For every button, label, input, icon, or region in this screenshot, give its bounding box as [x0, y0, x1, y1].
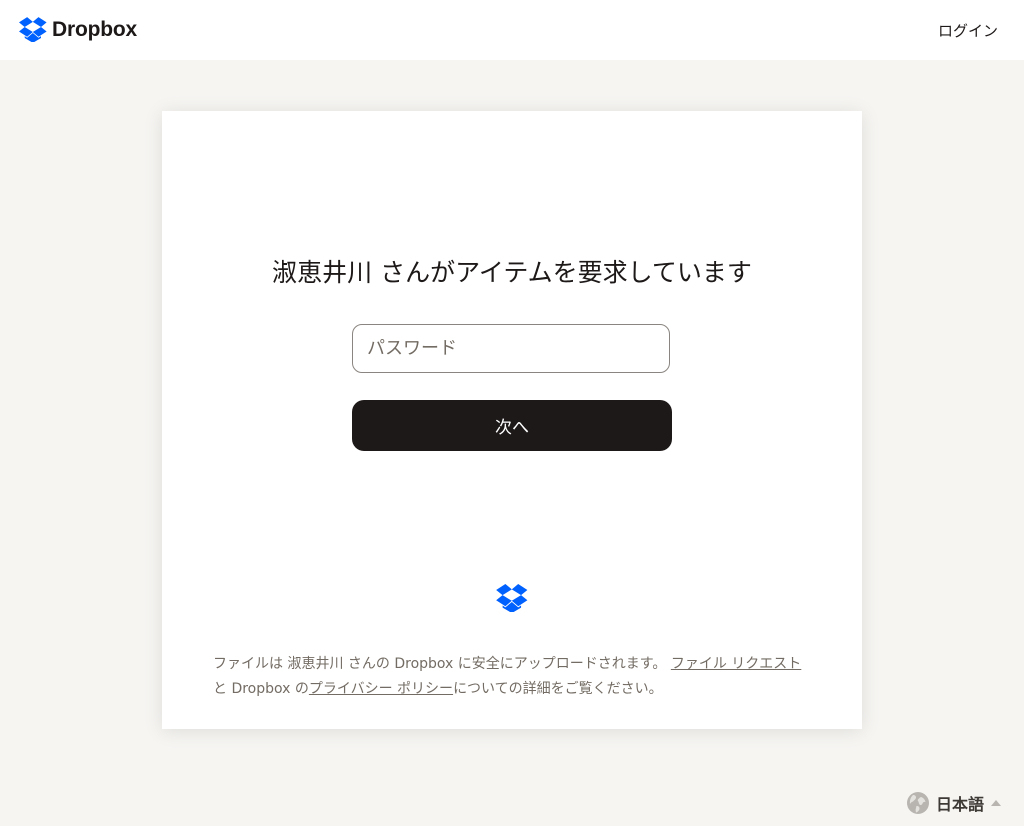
dropbox-logo[interactable]: Dropbox: [19, 17, 137, 42]
dropbox-logo-icon: [19, 17, 47, 42]
caret-up-icon: [990, 799, 1002, 807]
footer-text-before: ファイルは 淑恵井川 さんの Dropbox に安全にアップロードされます。: [213, 656, 667, 672]
next-button[interactable]: 次へ: [352, 400, 672, 451]
privacy-policy-link[interactable]: プライバシー ポリシー: [309, 681, 453, 697]
top-bar: Dropbox ログイン: [0, 0, 1024, 60]
language-label: 日本語: [935, 795, 984, 814]
login-link[interactable]: ログイン: [938, 20, 998, 41]
dropbox-logo-icon: [496, 584, 528, 612]
brand-name: Dropbox: [52, 17, 137, 41]
password-input[interactable]: [352, 324, 670, 373]
file-request-link[interactable]: ファイル リクエスト: [671, 656, 801, 672]
footer-text-after: についての詳細をご覧ください。: [453, 681, 663, 697]
language-selector[interactable]: 日本語: [906, 791, 1002, 815]
globe-icon: [906, 791, 930, 815]
footer-disclaimer: ファイルは 淑恵井川 さんの Dropbox に安全にアップロードされます。 フ…: [213, 652, 813, 702]
file-request-card: 淑恵井川 さんがアイテムを要求しています 次へ ファイルは 淑恵井川 さんの D…: [162, 111, 862, 729]
footer-text-middle: と Dropbox の: [213, 681, 309, 697]
page-title: 淑恵井川 さんがアイテムを要求しています: [272, 258, 752, 287]
